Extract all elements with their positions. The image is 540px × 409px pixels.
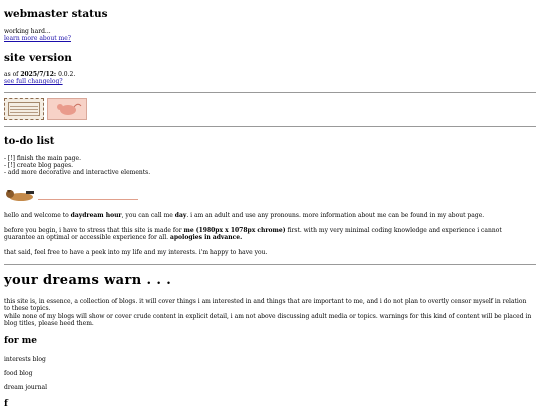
cat-divider-icon xyxy=(6,190,34,201)
stamp-line xyxy=(10,115,38,116)
webmaster-section: webmaster status xyxy=(4,8,108,20)
intro-paragraph-2: before you begin, i have to stress that … xyxy=(4,227,502,241)
stamp-line xyxy=(10,106,38,107)
stamp-badge[interactable] xyxy=(4,98,44,120)
divider xyxy=(4,264,536,265)
next-section-title: f xyxy=(4,399,8,409)
todo-item: - add more decorative and interactive el… xyxy=(4,169,151,176)
blog-link-interests[interactable]: interests blog xyxy=(4,356,46,363)
stamp-line xyxy=(10,112,38,113)
version-line: as of 2025/7/12: 0.0.2. xyxy=(4,71,76,78)
todo-item: - [!] create blog pages. xyxy=(4,162,74,169)
pink-creature-icon xyxy=(57,103,82,115)
changelog-link[interactable]: see full changelog? xyxy=(4,78,63,85)
pink-creature-badge[interactable] xyxy=(47,98,87,120)
intro-paragraph-3: that said, feel free to have a peek into… xyxy=(4,249,268,256)
intro-paragraph-1: hello and welcome to daydream hour, you … xyxy=(4,212,485,219)
webmaster-title: webmaster status xyxy=(4,8,108,20)
blog-link-food[interactable]: food blog xyxy=(4,370,32,377)
divider xyxy=(4,92,536,93)
divider xyxy=(4,126,536,127)
site-version-title: site version xyxy=(4,52,72,64)
about-me-link[interactable]: learn more about me? xyxy=(4,35,71,42)
dreams-warn-title: your dreams warn . . . xyxy=(4,273,172,288)
blog-link-dream-journal[interactable]: dream journal xyxy=(4,384,47,391)
dreams-paragraph-1: this site is, in essence, a collection o… xyxy=(4,298,527,312)
version-number: 0.0.2. xyxy=(58,71,76,78)
dreams-paragraph-2: while none of my blogs will show or cove… xyxy=(4,313,532,327)
webmaster-status: working hard... xyxy=(4,28,51,35)
stamp-line xyxy=(10,109,38,110)
version-date: 2025/7/12: xyxy=(20,71,57,78)
todo-title: to-do list xyxy=(4,136,55,147)
todo-item: - [!] finish the main page. xyxy=(4,155,81,162)
for-me-title: for me xyxy=(4,336,37,346)
badge-row xyxy=(4,98,87,120)
cat-divider-line xyxy=(38,199,138,200)
